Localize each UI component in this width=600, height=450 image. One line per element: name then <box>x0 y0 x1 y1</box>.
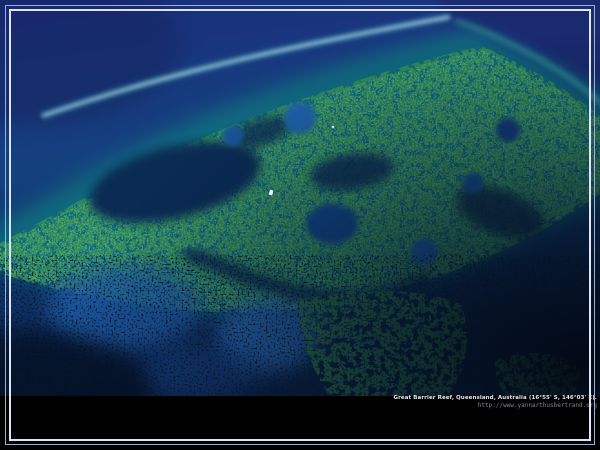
caption-location-text: Great Barrier Reef, Queensland, Australi… <box>393 395 597 402</box>
caption-url-text: http://www.yannarthusbertrand.org <box>393 402 597 409</box>
photo-caption: Great Barrier Reef, Queensland, Australi… <box>393 395 597 409</box>
desktop-wallpaper: Great Barrier Reef, Queensland, Australi… <box>0 0 600 450</box>
reef-photo <box>0 0 600 450</box>
